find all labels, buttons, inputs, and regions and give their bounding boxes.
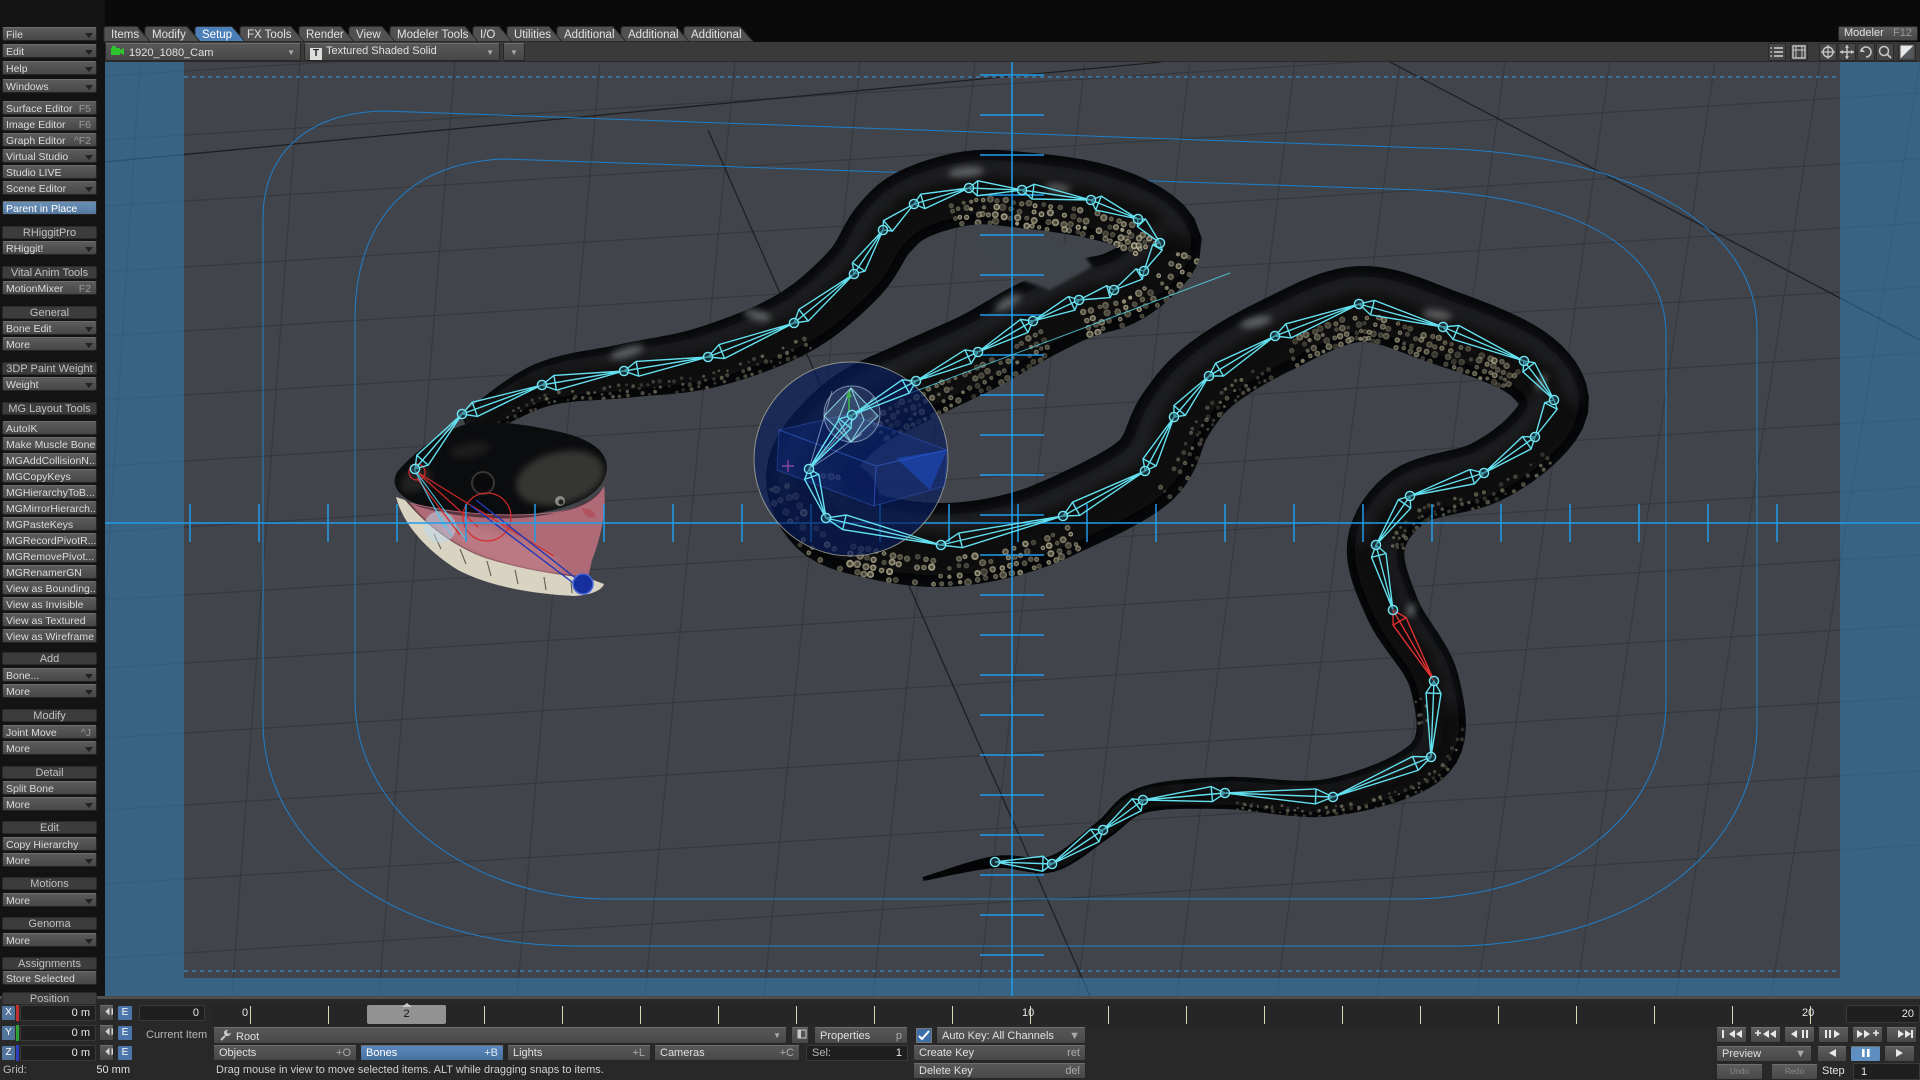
- svg-text:I/O: I/O: [480, 29, 495, 41]
- svg-text:View: View: [356, 29, 381, 41]
- svg-text:Modify: Modify: [152, 29, 186, 41]
- svg-text:Additional: Additional: [691, 29, 742, 41]
- svg-text:Setup: Setup: [202, 29, 232, 41]
- svg-text:Utilities: Utilities: [514, 29, 551, 41]
- svg-text:Modeler Tools: Modeler Tools: [397, 29, 469, 41]
- svg-text:Render: Render: [306, 29, 344, 41]
- svg-text:Items: Items: [111, 29, 139, 41]
- svg-text:Additional: Additional: [628, 29, 679, 41]
- svg-text:Additional: Additional: [564, 29, 615, 41]
- svg-text:FX Tools: FX Tools: [247, 29, 292, 41]
